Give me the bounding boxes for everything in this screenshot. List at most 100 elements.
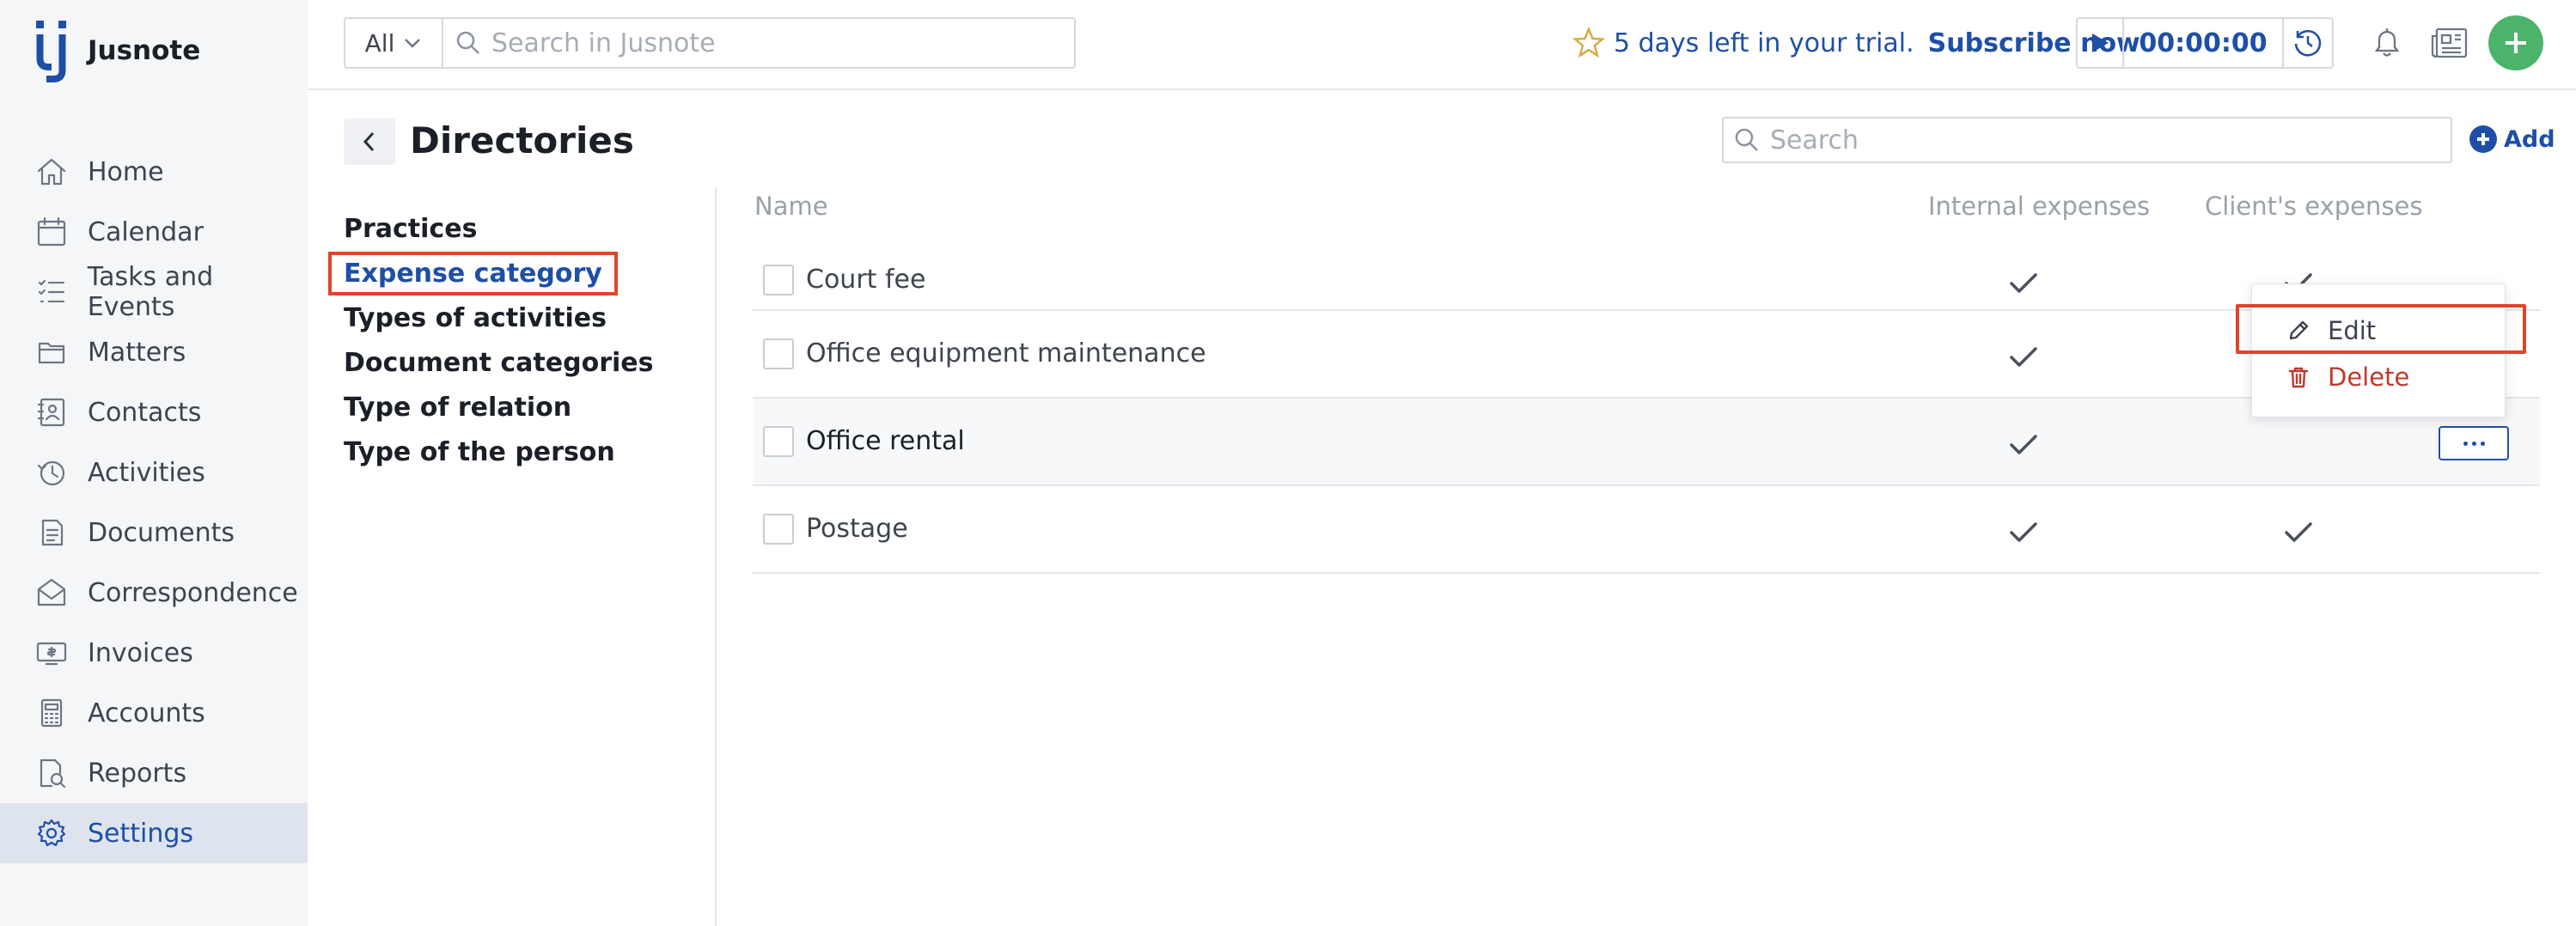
row-name: Office rental	[806, 426, 965, 456]
sidebar-item-label: Documents	[88, 517, 235, 548]
tasks-icon	[38, 279, 64, 303]
directory-item-document-categories[interactable]: Document categories	[344, 340, 653, 385]
invoices-icon	[36, 642, 67, 666]
trash-icon	[2288, 367, 2309, 388]
play-icon	[2092, 34, 2109, 52]
row-checkbox[interactable]	[763, 338, 794, 369]
gear-icon	[37, 819, 66, 847]
directory-item-label: Practices	[344, 213, 478, 244]
reports-icon	[40, 758, 66, 789]
back-button[interactable]	[344, 119, 395, 165]
directory-item-label: Expense category	[328, 251, 618, 295]
row-name: Postage	[806, 514, 908, 544]
row-actions-button[interactable]	[2439, 426, 2509, 460]
chevron-down-icon	[405, 39, 421, 48]
column-header-name[interactable]: Name	[754, 192, 828, 221]
row-checkbox[interactable]	[763, 514, 794, 545]
sidebar-item-settings[interactable]: Settings	[0, 803, 308, 863]
add-label: Add	[2504, 125, 2555, 153]
directory-item-type-of-the-person[interactable]: Type of the person	[344, 429, 653, 474]
directory-search-input[interactable]: Search	[1722, 117, 2452, 163]
more-dot	[2471, 441, 2476, 446]
calendar-icon	[37, 216, 66, 247]
row-name: Office equipment maintenance	[806, 338, 1206, 369]
star-icon	[1572, 27, 1605, 58]
sidebar-item-calendar[interactable]: Calendar	[0, 202, 308, 262]
delete-menu-item[interactable]: Delete	[2252, 355, 2505, 399]
correspondence-icon	[37, 578, 66, 606]
directory-item-type-of-relation[interactable]: Type of relation	[344, 385, 653, 429]
directory-item-practices[interactable]: Practices	[344, 206, 653, 251]
global-search-input[interactable]: Search in Jusnote	[491, 28, 716, 58]
create-new-button[interactable]	[2488, 15, 2543, 70]
panel-divider	[715, 187, 717, 926]
edit-label: Edit	[2328, 316, 2377, 345]
directory-item-expense-category[interactable]: Expense category	[328, 251, 653, 295]
directory-item-types-of-activities[interactable]: Types of activities	[344, 295, 653, 340]
sidebar-item-matters[interactable]: Matters	[0, 322, 308, 382]
table-header: Name Internal expenses Client's expenses	[753, 180, 2540, 232]
contacts-icon	[37, 398, 65, 427]
sidebar-item-home[interactable]: Home	[0, 142, 308, 202]
sidebar: Jusnote Home Calendar Tasks and Events M…	[0, 0, 308, 926]
news-icon[interactable]	[2430, 24, 2469, 62]
plus-icon	[2506, 33, 2526, 53]
sidebar-item-activities[interactable]: Activities	[0, 442, 308, 503]
accounts-icon	[40, 698, 63, 728]
trial-banner: 5 days left in your trial. Subscribe now	[1572, 22, 2140, 64]
timer-history-button[interactable]	[2282, 19, 2332, 67]
column-header-internal-expenses[interactable]: Internal expenses	[1928, 192, 2150, 221]
timer-play-button[interactable]	[2078, 19, 2124, 67]
check-icon	[2285, 522, 2312, 542]
page-title: Directories	[410, 119, 634, 161]
add-button[interactable]: Add	[2469, 125, 2555, 153]
search-scope-value: All	[364, 28, 395, 58]
check-icon	[2010, 273, 2037, 293]
directory-item-label: Type of the person	[344, 436, 615, 467]
global-search: All Search in Jusnote	[344, 17, 1076, 69]
table-row[interactable]: Postage	[753, 486, 2540, 574]
search-scope-select[interactable]: All	[345, 19, 443, 67]
time-tracker: 00:00:00	[2076, 17, 2334, 69]
history-clock-icon	[2294, 30, 2322, 57]
sidebar-item-label: Calendar	[88, 216, 204, 247]
sidebar-item-reports[interactable]: Reports	[0, 743, 308, 803]
directory-item-label: Types of activities	[344, 302, 607, 333]
directory-item-label: Type of relation	[344, 392, 572, 423]
app-name: Jusnote	[88, 35, 201, 66]
plus-circle-icon	[2469, 125, 2497, 153]
more-dot	[2463, 441, 2468, 446]
sidebar-item-correspondence[interactable]: Correspondence	[0, 563, 308, 623]
row-checkbox[interactable]	[763, 426, 794, 457]
sidebar-item-label: Tasks and Events	[87, 262, 214, 322]
sidebar-item-label: Contacts	[88, 397, 202, 428]
delete-label: Delete	[2328, 362, 2410, 392]
check-icon	[2010, 522, 2037, 542]
sidebar-item-tasks-and-events[interactable]: Tasks and Events	[0, 262, 308, 322]
row-context-menu: Edit Delete	[2251, 283, 2506, 417]
timer-value: 00:00:00	[2139, 27, 2268, 58]
column-header-clients-expenses[interactable]: Client's expenses	[2205, 192, 2422, 221]
trial-text: 5 days left in your trial.	[1614, 27, 1914, 58]
home-icon	[37, 158, 66, 186]
activities-icon	[37, 460, 65, 486]
sidebar-item-contacts[interactable]: Contacts	[0, 382, 308, 442]
check-icon	[2010, 435, 2037, 454]
search-icon	[456, 31, 479, 54]
sidebar-item-documents[interactable]: Documents	[0, 503, 308, 563]
row-name: Court fee	[806, 265, 926, 295]
search-icon	[1735, 128, 1758, 151]
directory-search-placeholder: Search	[1770, 125, 1859, 155]
pencil-icon	[2289, 320, 2309, 340]
sidebar-item-label: Settings	[88, 818, 194, 849]
sidebar-item-label: Activities	[88, 457, 205, 488]
row-checkbox[interactable]	[763, 265, 794, 295]
sidebar-item-accounts[interactable]: Accounts	[0, 683, 308, 743]
edit-menu-item[interactable]: Edit	[2252, 308, 2505, 353]
app-logo[interactable]: Jusnote	[34, 19, 200, 82]
sidebar-item-label: Matters	[88, 337, 186, 368]
directory-list: Practices Expense category Types of acti…	[328, 206, 653, 474]
bell-icon[interactable]	[2368, 24, 2406, 62]
chevron-left-icon	[363, 131, 375, 152]
sidebar-item-invoices[interactable]: Invoices	[0, 623, 308, 683]
